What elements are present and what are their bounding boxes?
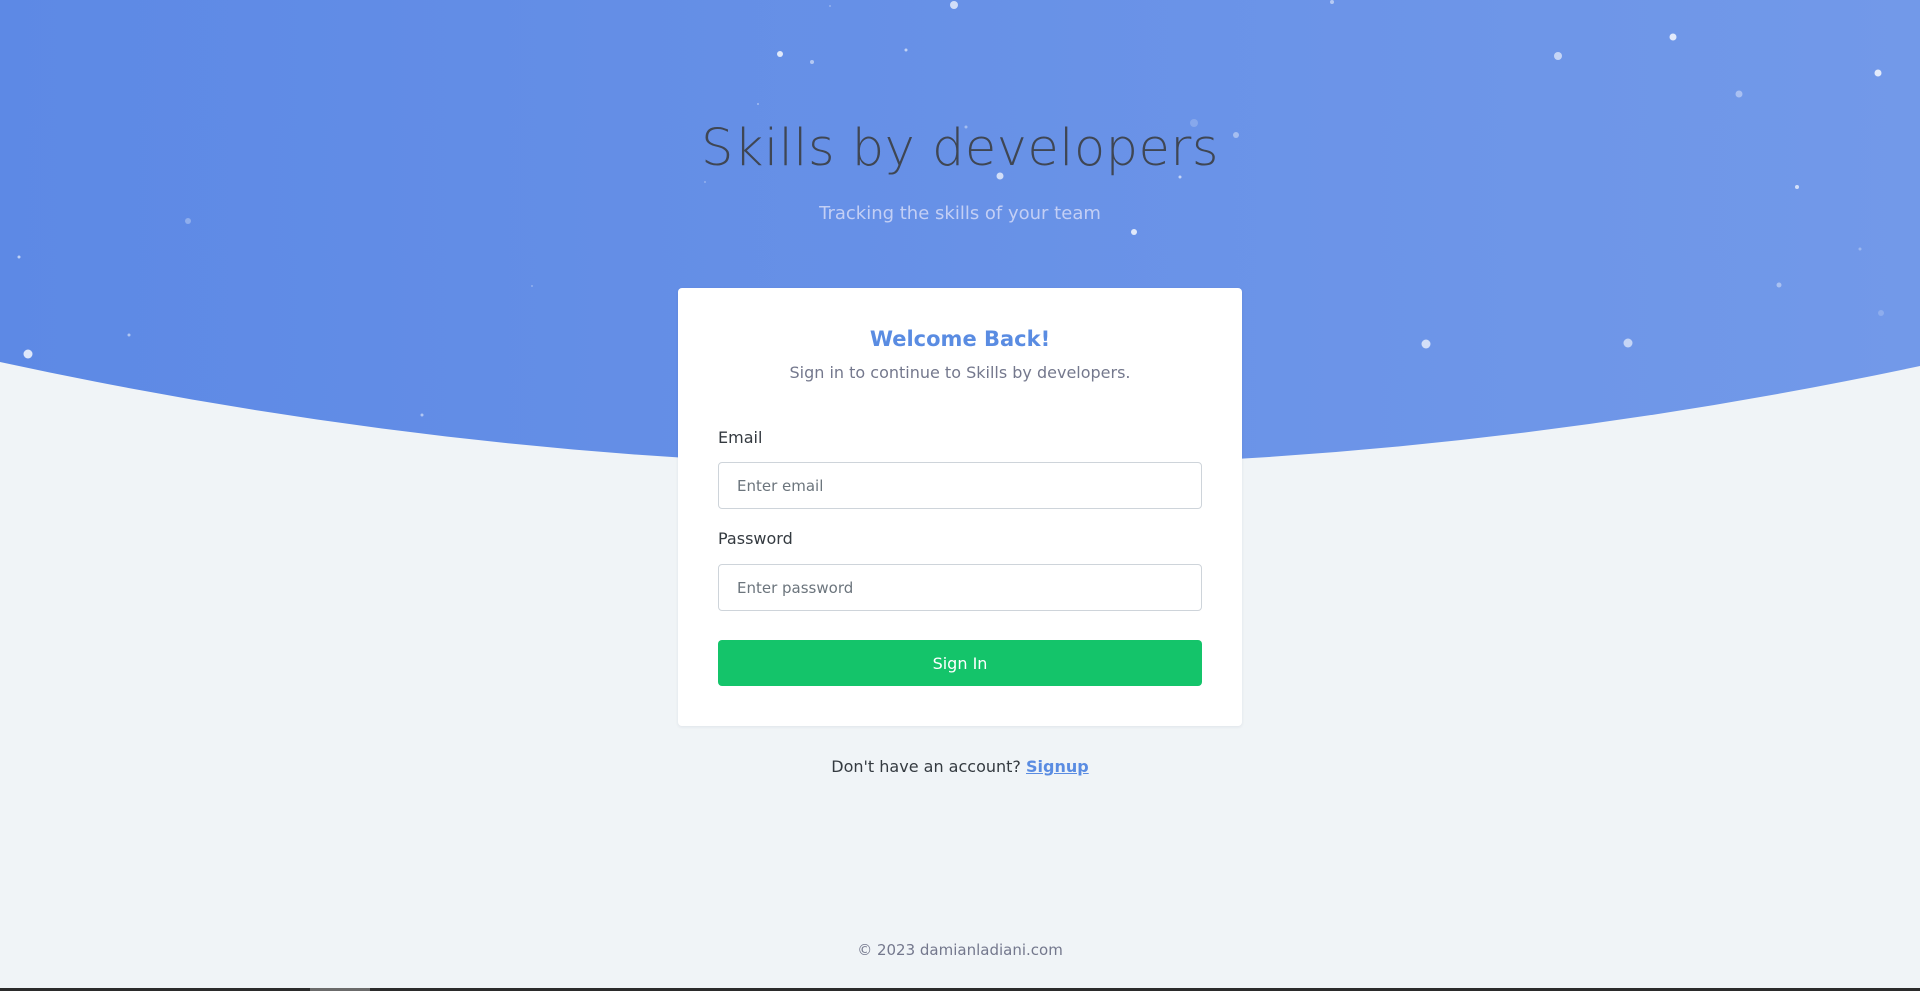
signup-prompt-row: Don't have an account? Signup <box>0 756 1920 778</box>
password-label: Password <box>718 529 793 548</box>
password-field[interactable] <box>718 564 1202 611</box>
signup-link[interactable]: Signup <box>1026 757 1089 776</box>
login-card: Welcome Back! Sign in to continue to Ski… <box>678 288 1242 726</box>
signup-prompt-text: Don't have an account? <box>831 757 1021 776</box>
app-title: Skills by developers <box>701 119 1219 178</box>
welcome-heading: Welcome Back! <box>869 327 1051 351</box>
app-tagline: Tracking the skills of your team <box>819 203 1101 224</box>
email-field[interactable] <box>718 462 1202 509</box>
sign-in-button[interactable]: Sign In <box>718 640 1202 686</box>
login-page: Skills by developers Tracking the skills… <box>0 0 1920 991</box>
email-label: Email <box>718 428 763 447</box>
welcome-subtitle: Sign in to continue to Skills by develop… <box>789 363 1131 382</box>
footer-copyright: © 2023 damianladiani.com <box>857 941 1063 959</box>
